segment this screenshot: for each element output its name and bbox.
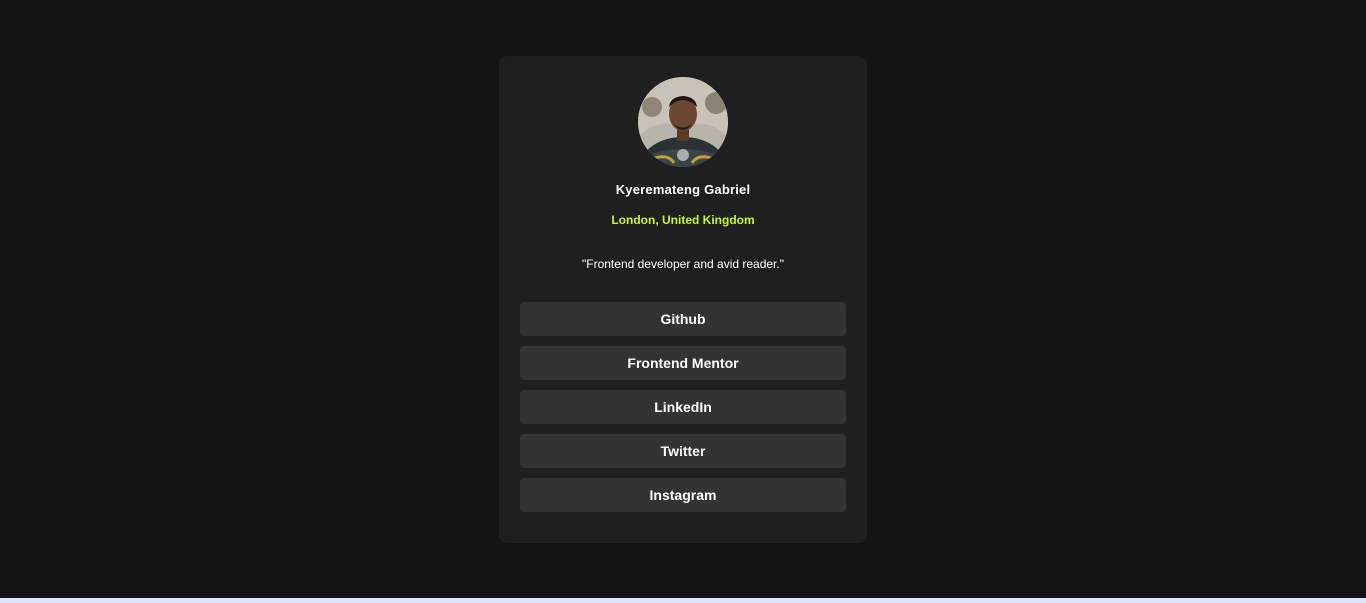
github-link-button[interactable]: Github	[520, 302, 846, 336]
twitter-link-button[interactable]: Twitter	[520, 434, 846, 468]
page: Kyeremateng Gabriel London, United Kingd…	[0, 0, 1366, 603]
profile-location: London, United Kingdom	[611, 213, 755, 227]
social-links: Github Frontend Mentor LinkedIn Twitter …	[520, 302, 846, 522]
linkedin-link-button[interactable]: LinkedIn	[520, 390, 846, 424]
profile-card: Kyeremateng Gabriel London, United Kingd…	[499, 56, 867, 543]
frontend-mentor-link-button[interactable]: Frontend Mentor	[520, 346, 846, 380]
avatar-image	[638, 77, 728, 167]
profile-bio: "Frontend developer and avid reader."	[582, 257, 784, 271]
avatar	[638, 77, 728, 167]
profile-name: Kyeremateng Gabriel	[615, 182, 751, 197]
instagram-link-button[interactable]: Instagram	[520, 478, 846, 512]
